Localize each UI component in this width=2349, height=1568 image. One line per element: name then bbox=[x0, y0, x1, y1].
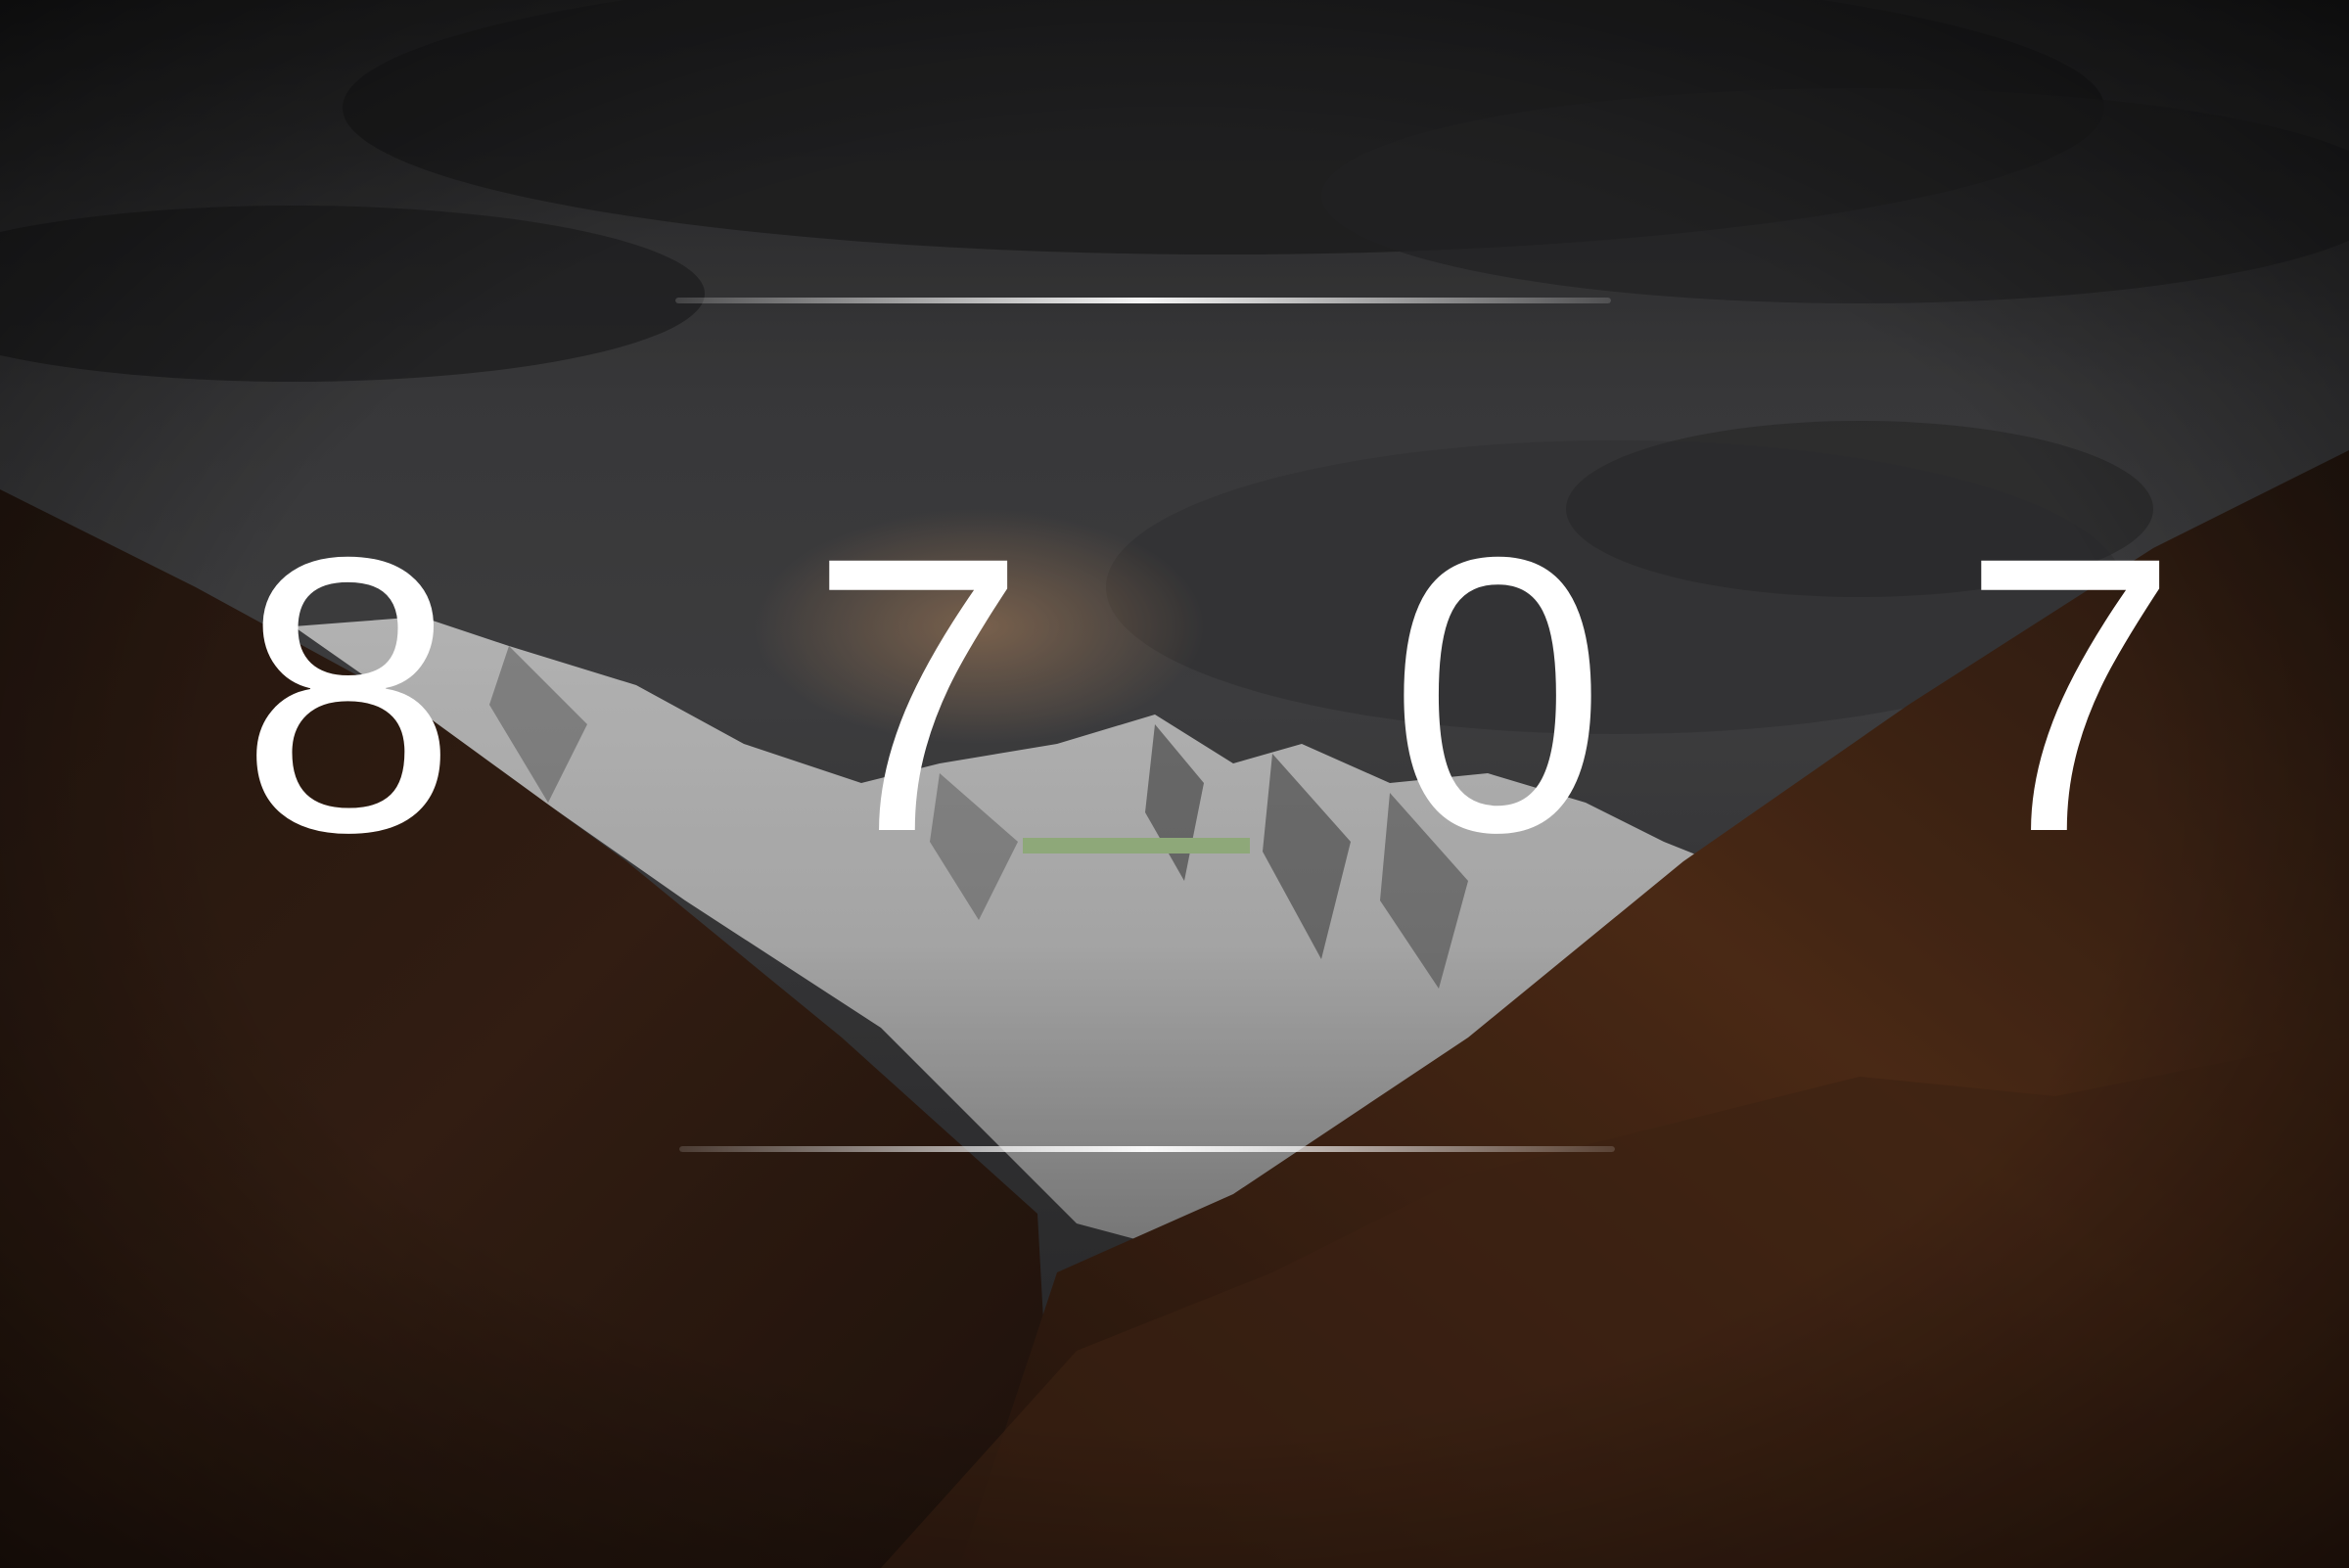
bottom-divider-line bbox=[679, 1146, 1615, 1152]
top-divider-line bbox=[675, 298, 1611, 303]
code-entry-screen: 8 7 0 7 bbox=[0, 0, 2349, 1568]
code-digit-3[interactable]: 0 bbox=[1380, 489, 1615, 900]
code-digit-1[interactable]: 8 bbox=[231, 489, 466, 900]
code-digit-2[interactable]: 7 bbox=[801, 489, 1036, 900]
code-digit-4[interactable]: 7 bbox=[1953, 489, 2188, 900]
active-input-cursor bbox=[1023, 838, 1250, 853]
